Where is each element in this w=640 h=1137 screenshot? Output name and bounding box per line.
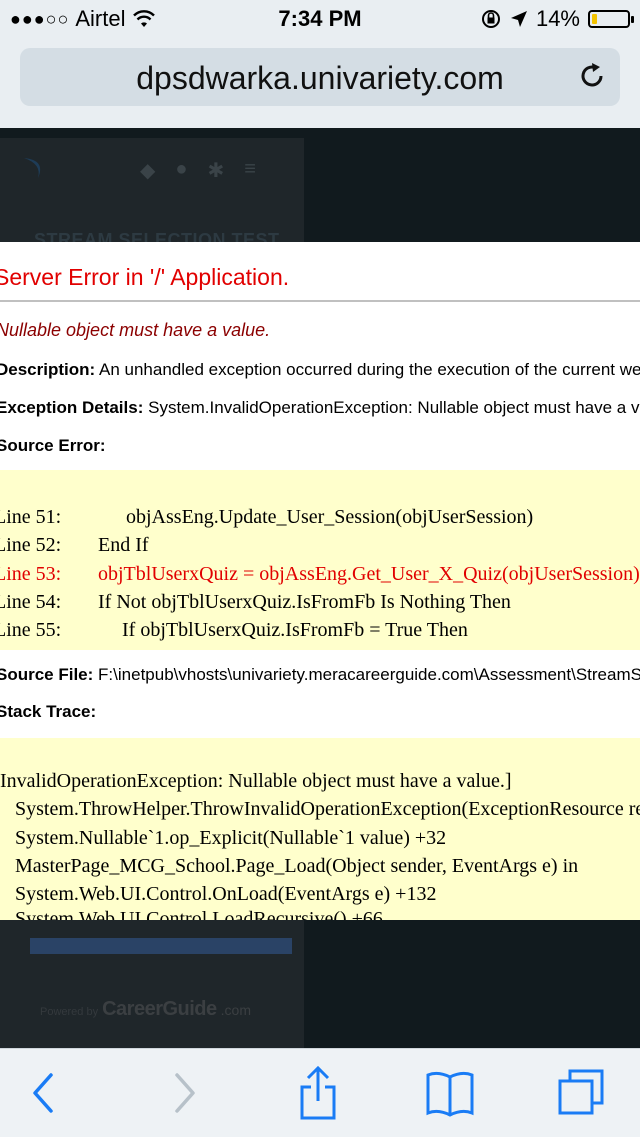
server-error-page: Server Error in '/' Application. Nullabl… (0, 242, 640, 920)
stack-line: System.ThrowHelper.ThrowInvalidOperation… (15, 798, 640, 820)
exception-text: System.InvalidOperationException: Nullab… (148, 398, 640, 417)
powered-by: Powered by CareerGuide .com (40, 998, 251, 1021)
powered-by-label: Powered by (40, 1006, 99, 1018)
line-number: Line 54: (0, 591, 62, 613)
line-code: If Not objTblUserxQuiz.IsFromFb Is Nothi… (98, 591, 511, 613)
error-title: Server Error in '/' Application. (0, 264, 290, 290)
source-code-block: Line 51: objAssEng.Update_User_Session(o… (0, 470, 640, 650)
bookmarks-button[interactable] (424, 1067, 476, 1119)
battery-icon (588, 10, 634, 28)
line-code: objTblUserxQuiz = objAssEng.Get_User_X_Q… (98, 563, 640, 585)
source-file-line: Source File: F:\inetpub\vhosts\univariet… (0, 665, 640, 685)
stack-line: InvalidOperationException: Nullable obje… (0, 770, 512, 792)
line-code: objAssEng.Update_User_Session(objUserSes… (106, 506, 534, 528)
source-error-label: Source Error: (0, 436, 106, 455)
line-number: Line 53: (0, 563, 62, 585)
browser-chrome: dpsdwarka.univariety.com (0, 40, 640, 128)
source-file-text: F:\inetpub\vhosts\univariety.meracareerg… (98, 665, 640, 684)
diamond-icon[interactable]: ◆ (140, 158, 155, 183)
description-line: Description: An unhandled exception occu… (0, 360, 640, 380)
site-logo-icon (24, 158, 41, 178)
line-code: End If (98, 534, 149, 556)
share-button[interactable] (292, 1065, 344, 1121)
source-line-52: Line 52: End If (0, 534, 149, 557)
source-file-label: Source File: (0, 665, 94, 684)
stack-trace-label: Stack Trace: (0, 702, 97, 721)
stack-line: MasterPage_MCG_School.Page_Load(Object s… (0, 855, 579, 877)
address-bar[interactable]: dpsdwarka.univariety.com (20, 48, 620, 106)
line-number: Line 51: (0, 506, 62, 528)
stack-trace-heading: Stack Trace: (0, 702, 96, 722)
battery-percent: 14% (535, 6, 580, 31)
share-icon[interactable] (296, 1065, 340, 1121)
source-line-51: Line 51: objAssEng.Update_User_Session(o… (0, 506, 533, 529)
error-message: Nullable object must have a value. (0, 320, 271, 340)
forward-icon[interactable] (169, 1071, 199, 1115)
forward-button[interactable] (158, 1067, 210, 1119)
back-button[interactable] (18, 1067, 70, 1119)
site-nav-icons: ◆ ● ✱ ≡ (140, 158, 256, 183)
browser-toolbar (0, 1048, 640, 1137)
line-number: Line 52: (0, 534, 62, 556)
source-line-53: Line 53: objTblUserxQuiz = objAssEng.Get… (0, 563, 640, 586)
back-icon[interactable] (29, 1071, 59, 1115)
line-code: If objTblUserxQuiz.IsFromFb = True Then (102, 619, 468, 641)
tabs-button[interactable] (556, 1067, 608, 1119)
stack-line: System.Web.UI.Control.OnLoad(EventArgs e… (0, 883, 437, 905)
url-text[interactable]: dpsdwarka.univariety.com (20, 60, 620, 97)
description-text: An unhandled exception occurred during t… (98, 360, 640, 379)
stack-line: System.Nullable`1.op_Explicit(Nullable`1… (0, 827, 447, 849)
tabs-icon[interactable] (556, 1067, 608, 1119)
status-icons: 14% (480, 6, 634, 32)
menu-icon[interactable]: ≡ (244, 158, 256, 183)
status-bar: ●●●○○ Airtel 7:34 PM 14% (0, 0, 640, 40)
source-error-heading: Source Error: (0, 436, 106, 456)
exception-label: Exception Details: (0, 398, 144, 417)
source-line-54: Line 54: If Not objTblUserxQuiz.IsFromFb… (0, 591, 511, 614)
description-label: Description: (0, 360, 96, 379)
stack-trace-block: InvalidOperationException: Nullable obje… (0, 738, 640, 920)
site-blue-bar (30, 938, 292, 954)
stack-line: System.Web.UI.Control.LoadRecursive() +6… (0, 908, 383, 920)
user-icon[interactable]: ● (175, 158, 187, 183)
brand-name[interactable]: CareerGuide (102, 998, 217, 1021)
bookmarks-icon[interactable] (424, 1069, 476, 1117)
line-number: Line 55: (0, 619, 62, 641)
location-arrow-icon (510, 11, 527, 27)
battery-level (592, 14, 597, 24)
error-divider (0, 300, 640, 302)
exception-line: Exception Details: System.InvalidOperati… (0, 398, 640, 418)
gear-icon[interactable]: ✱ (207, 158, 224, 183)
reload-icon[interactable] (576, 60, 608, 92)
rotation-lock-icon (481, 10, 500, 28)
source-line-55: Line 55: If objTblUserxQuiz.IsFromFb = T… (0, 619, 468, 642)
brand-suffix: .com (220, 1002, 251, 1018)
